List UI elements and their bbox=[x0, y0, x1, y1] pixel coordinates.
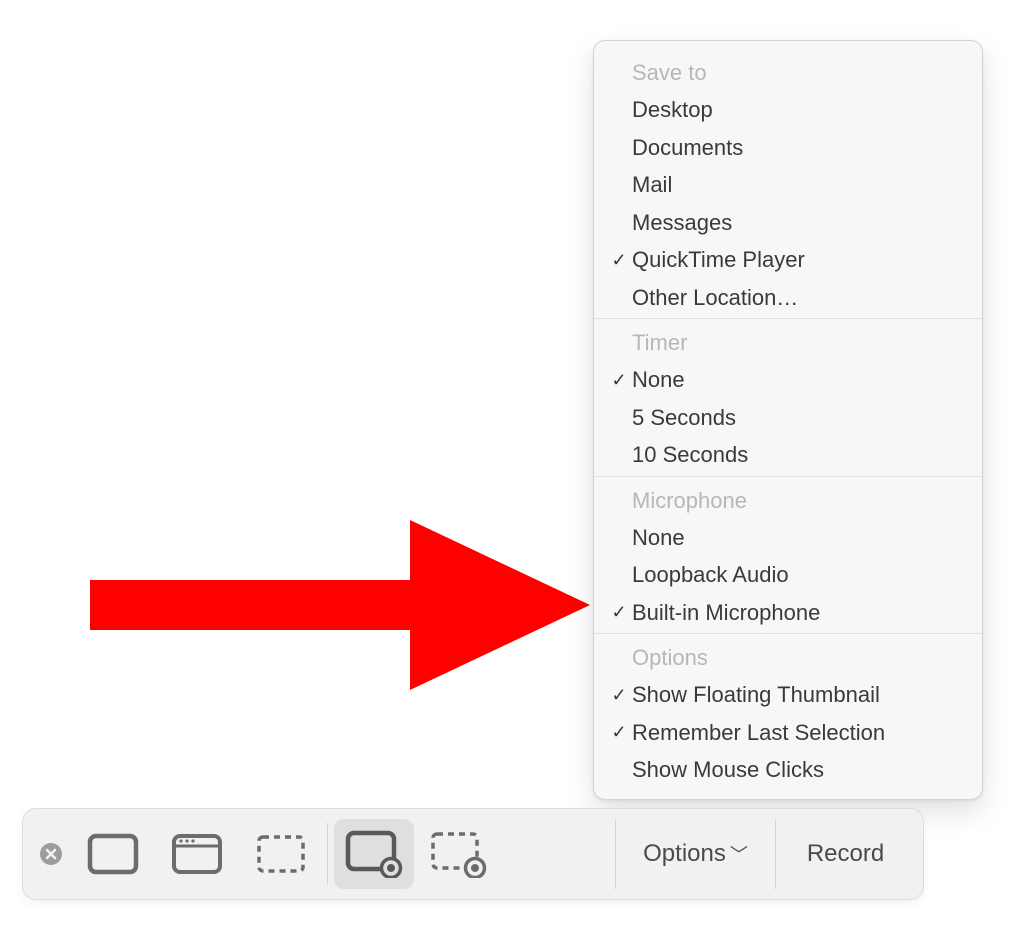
check-icon: ✓ bbox=[606, 249, 632, 272]
options-button[interactable]: Options ﹀ bbox=[615, 819, 775, 889]
menu-item-show-clicks[interactable]: ✓ Show Mouse Clicks bbox=[594, 751, 982, 789]
chevron-down-icon: ﹀ bbox=[730, 846, 748, 864]
menu-item-mic-none[interactable]: ✓ None bbox=[594, 519, 982, 557]
capture-selection-button[interactable] bbox=[241, 819, 321, 889]
menu-item-save-documents[interactable]: ✓ Documents bbox=[594, 129, 982, 167]
options-button-label: Options bbox=[643, 840, 726, 868]
menu-section-save-to: Save to ✓ Desktop ✓ Documents ✓ Mail ✓ M… bbox=[594, 49, 982, 318]
menu-item-save-desktop[interactable]: ✓ Desktop bbox=[594, 91, 982, 129]
menu-item-label: Loopback Audio bbox=[632, 561, 789, 589]
menu-item-label: None bbox=[632, 366, 685, 394]
menu-item-label: Mail bbox=[632, 171, 672, 199]
menu-item-floating-thumbnail[interactable]: ✓ Show Floating Thumbnail bbox=[594, 676, 982, 714]
menu-item-remember-selection[interactable]: ✓ Remember Last Selection bbox=[594, 714, 982, 752]
menu-item-label: Other Location… bbox=[632, 284, 798, 312]
menu-item-timer-5s[interactable]: ✓ 5 Seconds bbox=[594, 399, 982, 437]
capture-window-icon bbox=[171, 833, 223, 875]
menu-item-label: Remember Last Selection bbox=[632, 719, 885, 747]
capture-full-screen-button[interactable] bbox=[73, 819, 153, 889]
menu-item-label: Desktop bbox=[632, 96, 713, 124]
check-icon: ✓ bbox=[606, 684, 632, 707]
menu-item-mic-builtin[interactable]: ✓ Built-in Microphone bbox=[594, 594, 982, 632]
annotation-arrow bbox=[90, 520, 590, 690]
record-full-screen-icon bbox=[345, 830, 403, 878]
screenshot-toolbar: Options ﹀ Record bbox=[22, 808, 924, 900]
check-icon: ✓ bbox=[606, 601, 632, 624]
menu-item-mic-loopback[interactable]: ✓ Loopback Audio bbox=[594, 556, 982, 594]
menu-item-label: Show Mouse Clicks bbox=[632, 756, 824, 784]
menu-header-save-to: Save to bbox=[594, 55, 982, 91]
menu-section-timer: Timer ✓ None ✓ 5 Seconds ✓ 10 Seconds bbox=[594, 318, 982, 476]
menu-item-label: None bbox=[632, 524, 685, 552]
menu-item-label: Documents bbox=[632, 134, 743, 162]
menu-item-label: Show Floating Thumbnail bbox=[632, 681, 880, 709]
menu-item-save-quicktime[interactable]: ✓ QuickTime Player bbox=[594, 241, 982, 279]
menu-item-save-mail[interactable]: ✓ Mail bbox=[594, 166, 982, 204]
menu-item-label: QuickTime Player bbox=[632, 246, 805, 274]
menu-section-options: Options ✓ Show Floating Thumbnail ✓ Reme… bbox=[594, 633, 982, 791]
menu-item-label: Messages bbox=[632, 209, 732, 237]
menu-header-options: Options bbox=[594, 640, 982, 676]
record-button-label: Record bbox=[807, 840, 884, 868]
capture-full-screen-icon bbox=[87, 833, 139, 875]
record-selection-button[interactable] bbox=[418, 819, 498, 889]
capture-window-button[interactable] bbox=[157, 819, 237, 889]
capture-selection-icon bbox=[255, 833, 307, 875]
check-icon: ✓ bbox=[606, 721, 632, 744]
menu-item-timer-none[interactable]: ✓ None bbox=[594, 361, 982, 399]
close-button[interactable] bbox=[31, 842, 71, 866]
check-icon: ✓ bbox=[606, 369, 632, 392]
menu-item-save-messages[interactable]: ✓ Messages bbox=[594, 204, 982, 242]
record-button[interactable]: Record bbox=[775, 819, 915, 889]
close-icon bbox=[39, 842, 63, 866]
record-selection-icon bbox=[429, 830, 487, 878]
menu-item-save-other[interactable]: ✓ Other Location… bbox=[594, 279, 982, 317]
menu-item-timer-10s[interactable]: ✓ 10 Seconds bbox=[594, 436, 982, 474]
menu-item-label: 10 Seconds bbox=[632, 441, 748, 469]
menu-item-label: 5 Seconds bbox=[632, 404, 736, 432]
menu-item-label: Built-in Microphone bbox=[632, 599, 820, 627]
menu-section-microphone: Microphone ✓ None ✓ Loopback Audio ✓ Bui… bbox=[594, 476, 982, 634]
options-popover: Save to ✓ Desktop ✓ Documents ✓ Mail ✓ M… bbox=[593, 40, 983, 800]
menu-header-microphone: Microphone bbox=[594, 483, 982, 519]
menu-header-timer: Timer bbox=[594, 325, 982, 361]
toolbar-separator bbox=[327, 823, 328, 885]
record-full-screen-button[interactable] bbox=[334, 819, 414, 889]
